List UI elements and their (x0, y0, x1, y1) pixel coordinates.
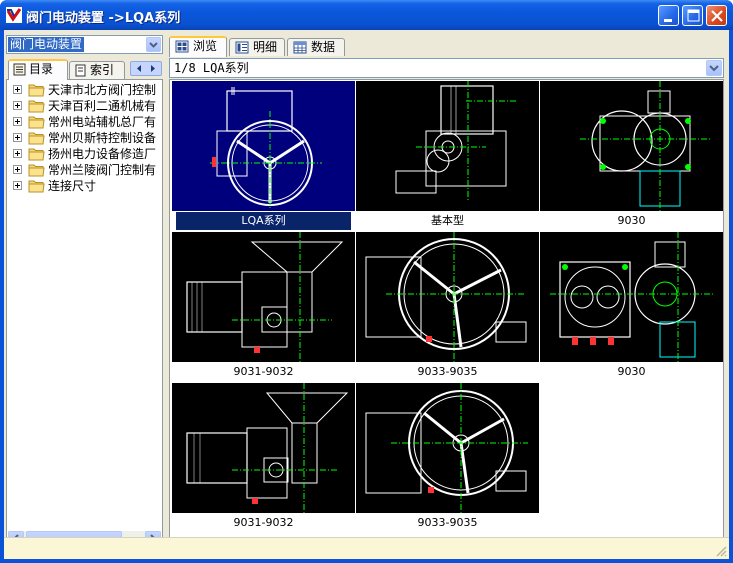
thumbnail-item[interactable]: 9030 (540, 232, 723, 382)
expand-icon[interactable] (13, 165, 22, 174)
actuator-drawing-image (540, 81, 723, 211)
resize-grip-icon[interactable] (715, 545, 727, 557)
path-combo[interactable]: 1/8 LQA系列 (169, 58, 724, 78)
thumbnail-caption: 9033-9035 (417, 516, 478, 529)
tab-browse-label: 浏览 (193, 39, 218, 53)
client-area: 阀门电动装置 目录 索引 天津市北方阀门控制 天津百利二通机械有 常州电站辅机总… (4, 30, 729, 559)
window-title: 阀门电动装置 ->LQA系列 (26, 11, 181, 26)
actuator-drawing-image (356, 81, 539, 211)
tab-scroll-spinner[interactable] (130, 61, 162, 76)
book-icon (13, 63, 26, 76)
chevron-down-icon (149, 42, 158, 48)
chevron-down-icon (709, 65, 719, 72)
maximize-icon (687, 9, 700, 22)
expand-icon[interactable] (13, 149, 22, 158)
close-icon (711, 10, 723, 22)
tab-catalog-label: 目录 (29, 62, 54, 76)
actuator-drawing-image (172, 81, 355, 211)
tab-index-label: 索引 (90, 63, 115, 77)
expand-icon[interactable] (13, 181, 22, 190)
thumbnail-caption: 9030 (617, 214, 646, 227)
folder-icon (28, 100, 45, 113)
tab-catalog[interactable]: 目录 (8, 59, 68, 80)
tree-item[interactable]: 常州电站辅机总厂有 (7, 114, 162, 130)
tab-index[interactable]: 索引 (69, 61, 125, 79)
folder-icon (28, 84, 45, 97)
thumbnail-caption: LQA系列 (176, 212, 351, 230)
thumbnail-caption: 9031-9032 (233, 365, 294, 378)
thumbnail-item[interactable]: 基本型 (356, 81, 539, 231)
tree-item-label: 连接尺寸 (48, 179, 97, 193)
tree-item[interactable]: 常州兰陵阀门控制有 (7, 162, 162, 178)
thumbnail-caption: 9033-9035 (417, 365, 478, 378)
thumbnail-item[interactable]: 9033-9035 (356, 232, 539, 382)
thumbnail-caption: 9031-9032 (233, 516, 294, 529)
actuator-drawing-image (172, 232, 355, 362)
tab-browse[interactable]: 浏览 (169, 36, 227, 57)
view-tab-strip: 浏览 明细 数据 (169, 36, 727, 57)
tree-item[interactable]: 天津百利二通机械有 (7, 98, 162, 114)
expand-icon[interactable] (13, 101, 22, 110)
tab-data-label: 数据 (311, 40, 336, 54)
table-icon (293, 41, 307, 54)
thumbnail-caption: 9030 (617, 365, 646, 378)
tree-item-label: 天津市北方阀门控制 (48, 83, 157, 97)
left-tab-strip: 目录 索引 (6, 59, 163, 80)
tree-item[interactable]: 天津市北方阀门控制 (7, 82, 162, 98)
path-value: 1/8 LQA系列 (174, 61, 249, 75)
catalog-combo-value: 阀门电动装置 (8, 37, 85, 52)
thumbnail-caption: 基本型 (431, 214, 464, 227)
tab-data[interactable]: 数据 (287, 38, 345, 56)
title-bar[interactable]: 阀门电动装置 ->LQA系列 (0, 0, 733, 30)
thumbnail-item[interactable]: LQA系列 (172, 81, 355, 231)
thumbnail-item[interactable]: 9031-9032 (172, 383, 355, 533)
actuator-drawing-image (172, 383, 355, 513)
expand-icon[interactable] (13, 117, 22, 126)
tree-item-label: 天津百利二通机械有 (48, 99, 157, 113)
actuator-drawing-image (540, 232, 723, 362)
catalog-tree[interactable]: 天津市北方阀门控制 天津百利二通机械有 常州电站辅机总厂有 常州贝斯特控制设备 … (6, 79, 163, 549)
detail-view-icon (235, 41, 249, 54)
tab-detail-label: 明细 (253, 40, 278, 54)
combo-dropdown-button[interactable] (146, 37, 161, 52)
tree-item[interactable]: 连接尺寸 (7, 178, 162, 194)
minimize-icon (664, 19, 672, 22)
maximize-button[interactable] (682, 5, 703, 26)
catalog-combo[interactable]: 阀门电动装置 (6, 35, 163, 54)
path-dropdown-button[interactable] (706, 60, 722, 76)
tree-item[interactable]: 扬州电力设备修造厂 (7, 146, 162, 162)
tree-item[interactable]: 常州贝斯特控制设备 (7, 130, 162, 146)
expand-icon[interactable] (13, 85, 22, 94)
minimize-button[interactable] (658, 5, 679, 26)
tree-item-label: 常州电站辅机总厂有 (48, 115, 157, 129)
grid-view-icon (175, 40, 189, 53)
app-logo-icon (6, 7, 22, 23)
thumbnail-item[interactable]: 9031-9032 (172, 232, 355, 382)
arrow-left-right-icon (137, 65, 155, 72)
status-bar (4, 537, 729, 559)
folder-icon (28, 116, 45, 129)
tree-item-label: 扬州电力设备修造厂 (48, 147, 157, 161)
tab-detail[interactable]: 明细 (229, 38, 285, 56)
actuator-drawing-image (356, 383, 539, 513)
index-icon (75, 64, 86, 77)
thumbnail-item[interactable]: 9030 (540, 81, 723, 231)
folder-icon (28, 180, 45, 193)
expand-icon[interactable] (13, 133, 22, 142)
folder-icon (28, 164, 45, 177)
folder-icon (28, 132, 45, 145)
close-button[interactable] (706, 5, 727, 26)
tree-item-label: 常州贝斯特控制设备 (48, 131, 157, 145)
thumbnail-gallery[interactable]: LQA系列 基本型 9030 9031-9032 9033-9035 9030 … (169, 79, 724, 549)
actuator-drawing-image (356, 232, 539, 362)
thumbnail-item[interactable]: 9033-9035 (356, 383, 539, 533)
tree-item-label: 常州兰陵阀门控制有 (48, 163, 157, 177)
folder-icon (28, 148, 45, 161)
